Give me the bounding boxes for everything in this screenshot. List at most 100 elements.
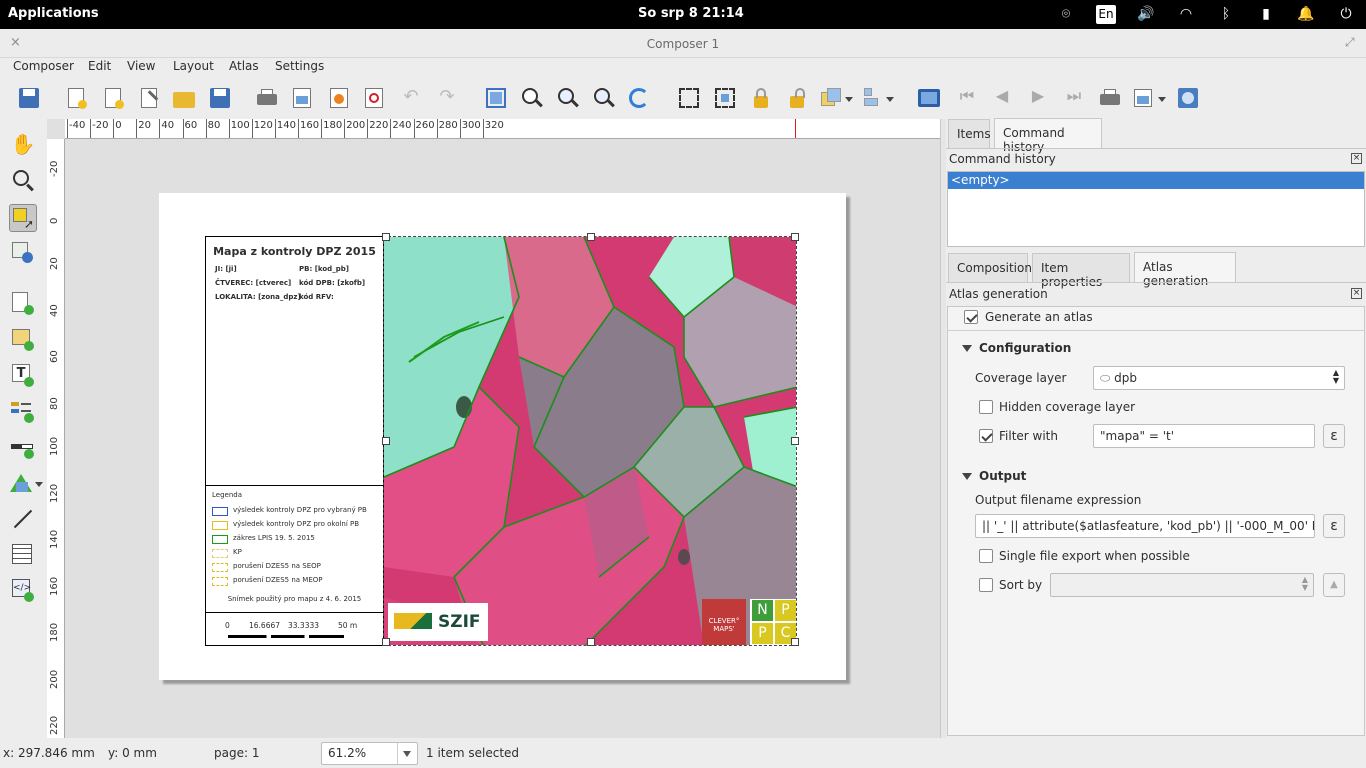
clock[interactable]: So srp 8 21:14 [638, 6, 744, 21]
duplicate-composer-icon[interactable] [101, 86, 125, 110]
tab-atlas-generation[interactable]: Atlas generation [1134, 252, 1236, 288]
save-project-icon[interactable] [17, 86, 41, 110]
menu-view[interactable]: View [127, 59, 155, 73]
battery-icon[interactable]: ▮ [1256, 5, 1276, 23]
resize-handle[interactable] [382, 638, 390, 646]
output-filename-input[interactable]: || '_' || attribute($atlasfeature, 'kod_… [975, 514, 1315, 538]
resize-handle[interactable] [791, 437, 799, 445]
sort-order-button[interactable]: ▲ [1323, 573, 1345, 597]
save-as-template-icon[interactable] [208, 86, 232, 110]
add-shape-dropdown-icon[interactable] [9, 470, 43, 498]
generate-atlas-checkbox[interactable] [964, 310, 978, 324]
resize-handle[interactable] [382, 233, 390, 241]
resize-handle[interactable] [791, 638, 799, 646]
history-item[interactable]: <empty> [948, 172, 1364, 189]
composer-manager-icon[interactable] [137, 86, 161, 110]
new-composer-icon[interactable] [64, 86, 88, 110]
add-legend-icon[interactable] [9, 398, 37, 426]
volume-icon[interactable]: 🔊 [1136, 5, 1156, 23]
add-html-frame-icon[interactable]: </> [9, 577, 37, 605]
single-file-export-checkbox[interactable] [979, 549, 993, 563]
resize-handle[interactable] [587, 233, 595, 241]
tab-item-properties[interactable]: Item properties [1032, 253, 1130, 289]
atlas-settings-icon[interactable] [1176, 86, 1200, 110]
output-heading[interactable]: Output [979, 469, 1026, 483]
pan-hand-icon[interactable]: ✋ [9, 131, 37, 159]
open-folder-icon[interactable] [172, 86, 196, 110]
zoom-full-icon[interactable] [484, 86, 508, 110]
refresh-icon[interactable] [627, 86, 651, 110]
print-icon[interactable] [255, 86, 279, 110]
previous-feature-icon[interactable]: ◀ [990, 86, 1014, 110]
sort-by-select[interactable]: ▲ ▼ [1050, 573, 1314, 597]
last-feature-icon[interactable]: ⏭ [1062, 86, 1086, 110]
filter-expression-builder-button[interactable]: ε [1323, 424, 1345, 448]
panel-close-icon[interactable]: × [1351, 153, 1362, 164]
select-move-item-icon[interactable]: ➚ [9, 204, 37, 232]
panel-close-icon[interactable]: × [1351, 288, 1362, 299]
filter-with-checkbox[interactable] [979, 429, 993, 443]
print-atlas-icon[interactable] [1098, 86, 1122, 110]
power-icon[interactable]: ⏻ [1336, 5, 1356, 23]
menu-atlas[interactable]: Atlas [229, 59, 259, 73]
add-label-icon[interactable]: T [9, 362, 37, 390]
export-image-icon[interactable] [290, 86, 314, 110]
zoom-out-icon[interactable] [592, 86, 616, 110]
first-feature-icon[interactable]: ⏮ [955, 86, 979, 110]
tab-composition[interactable]: Composition [948, 253, 1032, 282]
add-arrow-icon[interactable] [9, 506, 37, 534]
wifi-icon[interactable]: ◠ [1176, 5, 1196, 23]
select-all-items-icon[interactable] [677, 86, 701, 110]
command-history-list[interactable]: <empty> [947, 171, 1365, 247]
add-image-icon[interactable] [9, 326, 37, 354]
add-attribute-table-icon[interactable] [9, 541, 37, 569]
move-item-content-icon[interactable] [9, 239, 37, 267]
tab-command-history[interactable]: Command history [994, 118, 1102, 154]
add-scalebar-icon[interactable] [9, 434, 37, 462]
undo-icon[interactable]: ↶ [399, 86, 423, 110]
zoom-in-icon[interactable] [556, 86, 580, 110]
info-panel[interactable]: Mapa z kontroly DPZ 2015 JI: [ji] PB: [k… [205, 236, 384, 646]
map-item[interactable]: SZIF CLEVER° MAPS' N P P C [383, 236, 797, 646]
export-atlas-dropdown-icon[interactable] [1134, 86, 1166, 110]
hidden-coverage-checkbox[interactable] [979, 400, 993, 414]
export-pdf-icon[interactable] [362, 86, 386, 110]
menu-layout[interactable]: Layout [173, 59, 214, 73]
keyboard-language-indicator[interactable]: En [1096, 5, 1116, 24]
collapse-arrow-icon[interactable] [962, 473, 972, 480]
output-expression-builder-button[interactable]: ε [1323, 514, 1345, 538]
collapse-arrow-icon[interactable] [962, 345, 972, 352]
atlas-preview-icon[interactable] [917, 86, 941, 110]
menu-composer[interactable]: Composer [13, 59, 74, 73]
filter-expression-input[interactable]: "mapa" = 't' [1093, 424, 1315, 448]
align-items-dropdown-icon[interactable] [862, 86, 894, 110]
sort-by-checkbox[interactable] [979, 578, 993, 592]
tab-items[interactable]: Items [948, 119, 991, 148]
zoom-tool-icon[interactable] [9, 167, 37, 195]
lock-items-icon[interactable] [749, 86, 773, 110]
configuration-heading[interactable]: Configuration [979, 341, 1071, 355]
window-restore-icon[interactable]: ⤢ [1345, 35, 1355, 50]
select-items-icon[interactable] [713, 86, 737, 110]
applications-menu[interactable]: Applications [8, 6, 99, 21]
zoom-combobox[interactable]: 61.2% [321, 742, 418, 765]
unlock-items-icon[interactable] [785, 86, 809, 110]
notifications-bell-icon[interactable]: 🔔 [1296, 5, 1316, 23]
zoom-100-icon[interactable] [520, 86, 544, 110]
export-svg-icon[interactable] [327, 86, 351, 110]
location-icon[interactable]: ⌾ [1056, 5, 1076, 23]
chevron-down-icon[interactable] [403, 751, 411, 757]
resize-handle[interactable] [587, 638, 595, 646]
next-feature-icon[interactable]: ▶ [1026, 86, 1050, 110]
redo-icon[interactable]: ↷ [435, 86, 459, 110]
add-map-icon[interactable] [9, 290, 37, 318]
raise-items-dropdown-icon[interactable] [821, 86, 853, 110]
menu-settings[interactable]: Settings [275, 59, 324, 73]
composition-page[interactable]: Mapa z kontroly DPZ 2015 JI: [ji] PB: [k… [159, 193, 846, 680]
composer-canvas[interactable]: -40 -20 0 20 40 60 80 100 120 140 160 180 200 220 240 2… [47, 119, 940, 738]
bluetooth-icon[interactable]: ᛒ [1216, 5, 1236, 23]
coverage-layer-select[interactable]: ⬭ dpb ▲ ▼ [1093, 366, 1345, 390]
resize-handle[interactable] [791, 233, 799, 241]
resize-handle[interactable] [382, 437, 390, 445]
menu-edit[interactable]: Edit [88, 59, 111, 73]
